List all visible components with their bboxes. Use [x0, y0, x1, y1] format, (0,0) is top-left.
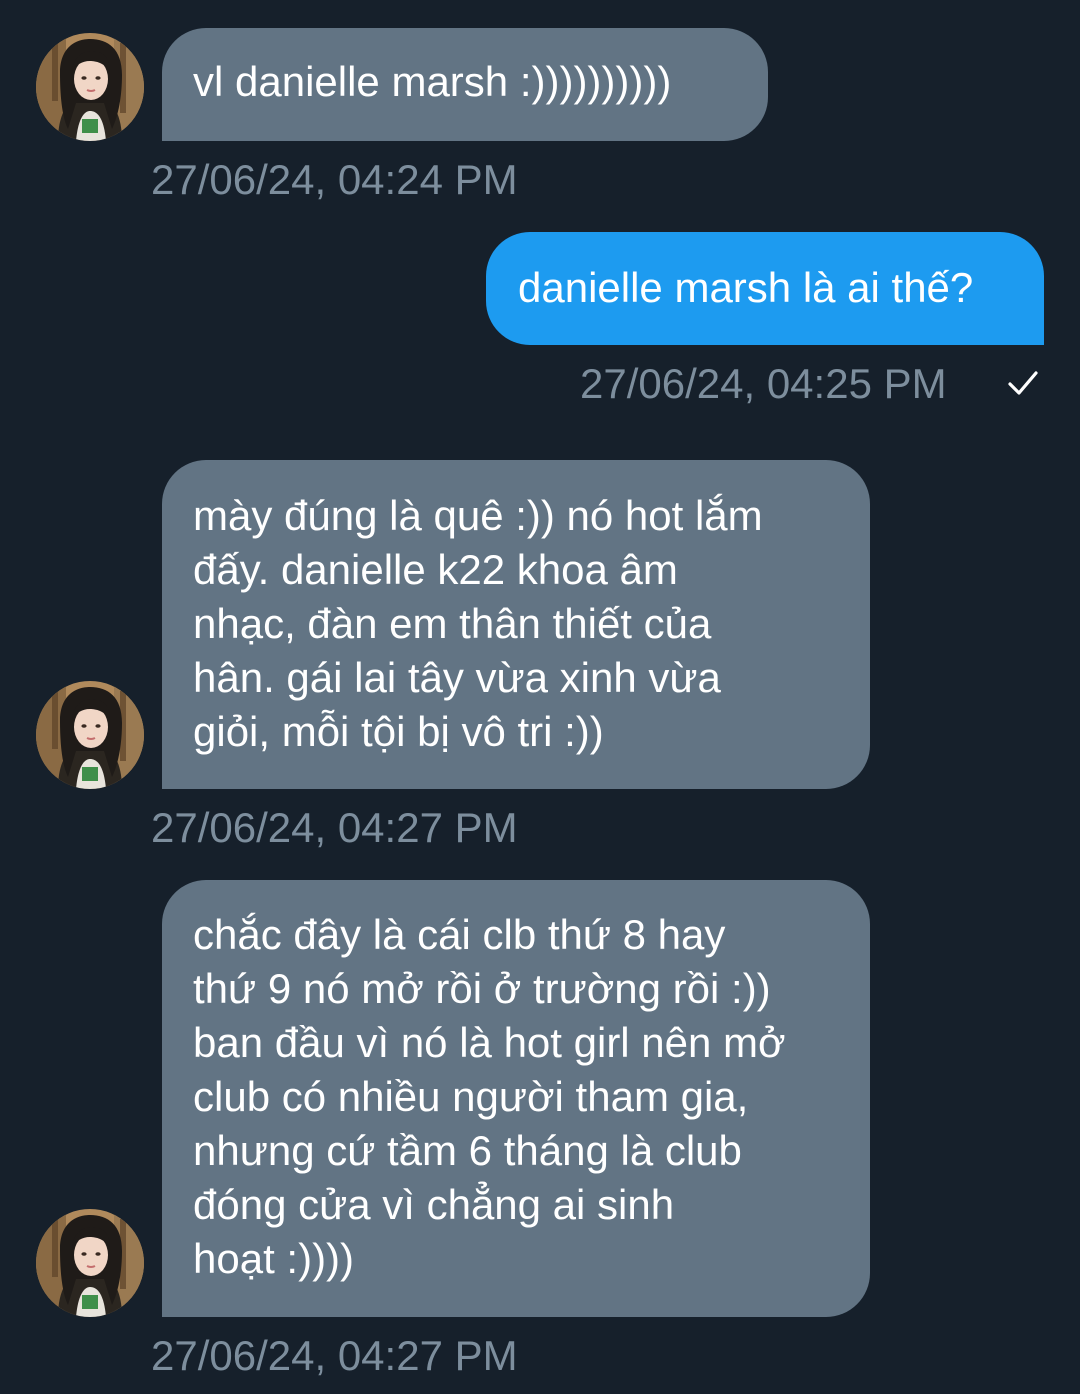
avatar-image: [36, 33, 144, 141]
message-timestamp: 27/06/24, 04:27 PM: [151, 1332, 518, 1379]
avatar-image: [36, 681, 144, 789]
message-timestamp: 27/06/24, 04:24 PM: [151, 156, 518, 203]
contact-avatar[interactable]: [36, 33, 144, 141]
message-bubble-incoming[interactable]: mày đúng là quê :)) nó hot lắm đấy. dani…: [162, 460, 870, 789]
contact-avatar[interactable]: [36, 1209, 144, 1317]
message-timestamp: 27/06/24, 04:27 PM: [151, 804, 518, 851]
message-bubble-incoming[interactable]: chắc đây là cái clb thứ 8 hay thứ 9 nó m…: [162, 880, 870, 1317]
message-bubble-outgoing[interactable]: danielle marsh là ai thế?: [486, 232, 1044, 345]
message-bubble-incoming[interactable]: vl danielle marsh :)))))))))): [162, 28, 768, 141]
message-thread: vl danielle marsh :)))))))))) 27/06/24, …: [0, 0, 1080, 1394]
message-timestamp: 27/06/24, 04:25 PM: [580, 360, 947, 407]
check-icon: [1003, 363, 1043, 403]
avatar-image: [36, 1209, 144, 1317]
contact-avatar[interactable]: [36, 681, 144, 789]
